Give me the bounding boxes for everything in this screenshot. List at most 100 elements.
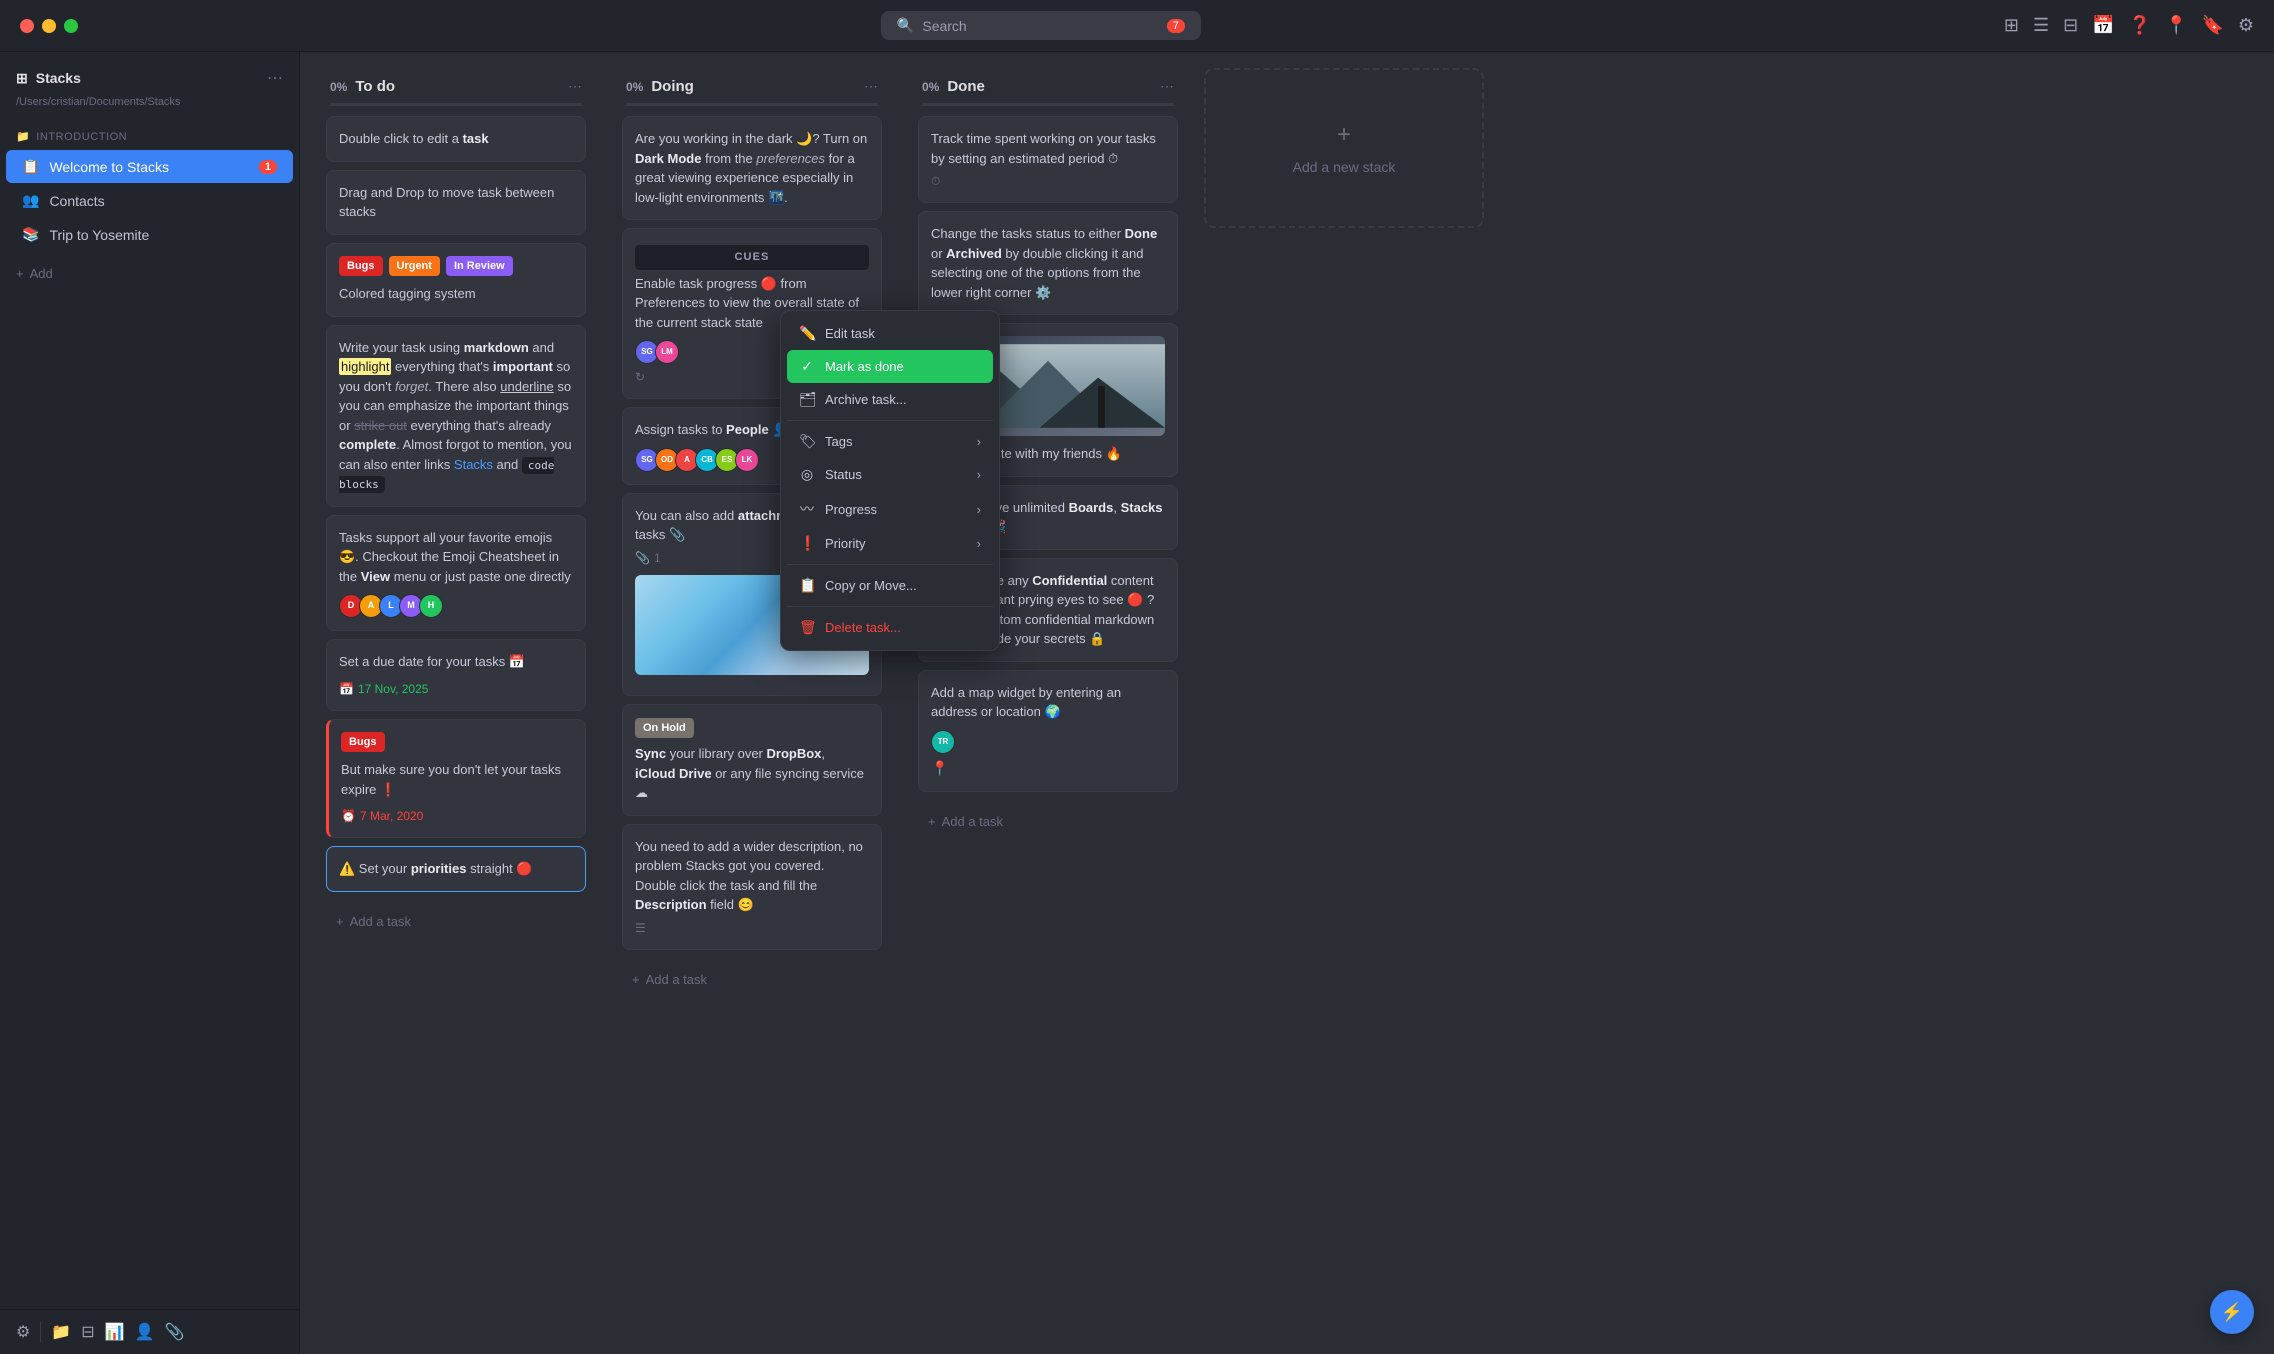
card-emojis[interactable]: Tasks support all your favorite emojis 😎… [326, 515, 586, 632]
on-hold-badge: On Hold [635, 718, 694, 739]
search-placeholder: Search [922, 18, 966, 34]
plus-icon: + [632, 972, 640, 987]
plus-icon: + [928, 814, 936, 829]
card-track-time[interactable]: Track time spent working on your tasks b… [918, 116, 1178, 203]
app-icon: ⊞ [16, 70, 28, 87]
stack-todo-title: To do [355, 78, 560, 95]
stack-done-menu[interactable]: ⋯ [1160, 78, 1174, 95]
location-icon[interactable]: 📍 [2165, 15, 2187, 36]
stack-doing-progress: 0% [626, 80, 643, 94]
sliders-icon[interactable]: ⚙ [2238, 15, 2254, 36]
cm-tags[interactable]: 🏷 Tags › [787, 425, 993, 458]
table-icon[interactable]: ⊟ [81, 1322, 94, 1342]
search-bar[interactable]: 🔍 Search 7 [881, 11, 1201, 40]
stack-doing-header: 0% Doing ⋯ [612, 68, 892, 103]
cm-status[interactable]: ◎ Status › [787, 458, 993, 491]
card-markdown[interactable]: Write your task using markdown and highl… [326, 325, 586, 507]
paperclip-icon[interactable]: 📎 [165, 1322, 185, 1342]
avatar-lk: LM [655, 340, 679, 364]
card-change-status[interactable]: Change the tasks status to either Done o… [918, 211, 1178, 315]
card-map-avatars: TR [931, 730, 1165, 754]
chart-icon[interactable]: 📊 [105, 1322, 125, 1342]
stack-todo-cards: Double click to edit a task Drag and Dro… [316, 116, 596, 900]
avatar-h: H [419, 594, 443, 618]
cm-delete-task[interactable]: 🗑 Delete task... [787, 611, 993, 644]
new-stack-column[interactable]: + Add a new stack [1204, 68, 1484, 228]
card-double-click[interactable]: Double click to edit a task [326, 116, 586, 162]
doing-add-task-button[interactable]: + Add a task [618, 962, 886, 997]
status-icon: ◎ [799, 466, 815, 483]
cm-divider-2 [787, 564, 993, 565]
progress-icon: 〰 [799, 499, 815, 519]
stack-done-progress-bar [922, 103, 1174, 106]
trash-icon: 🗑 [799, 619, 815, 636]
calendar-view-icon[interactable]: 📅 [2092, 15, 2114, 36]
archive-icon: 🗂 [799, 391, 815, 408]
folder-icon: 📁 [16, 130, 30, 143]
tag-urgent: Urgent [389, 256, 440, 277]
context-menu[interactable]: ✏️ Edit task ✓ Mark as done 🗂 Archive ta… [780, 310, 1000, 651]
chevron-right-icon: › [977, 467, 981, 482]
maximize-button[interactable] [64, 19, 78, 33]
folder-icon[interactable]: 📁 [51, 1322, 71, 1342]
card-description[interactable]: You need to add a wider description, no … [622, 824, 882, 950]
card-map-widget[interactable]: Add a map widget by entering an address … [918, 670, 1178, 792]
sidebar-item-welcome[interactable]: 📋 Welcome to Stacks 1 [6, 150, 293, 183]
cm-copy-move[interactable]: 📋 Copy or Move... [787, 569, 993, 602]
filter-button[interactable]: ⚡ [2210, 1290, 2254, 1334]
highlight-text: highlight [339, 358, 391, 375]
card-priority[interactable]: ⚠️ Set your priorities straight 🔴 [326, 846, 586, 892]
checkmark-icon: ✓ [799, 358, 815, 375]
sidebar-item-contacts[interactable]: 👥 Contacts [6, 184, 293, 217]
description-icon: ☰ [635, 919, 869, 937]
settings-icon[interactable]: ⚙ [16, 1322, 30, 1342]
help-icon[interactable]: ❓ [2129, 15, 2151, 36]
chevron-right-icon: › [977, 434, 981, 449]
cm-progress[interactable]: 〰 Progress › [787, 491, 993, 527]
sidebar-item-trip[interactable]: 📚 Trip to Yosemite [6, 218, 293, 251]
card-drag-drop[interactable]: Drag and Drop to move task between stack… [326, 170, 586, 235]
card-expired[interactable]: Bugs But make sure you don't let your ta… [326, 719, 586, 839]
stacks-link[interactable]: Stacks [454, 457, 493, 472]
done-add-task-button[interactable]: + Add a task [914, 804, 1182, 839]
sidebar-menu-icon[interactable]: ⋯ [267, 68, 283, 88]
sidebar-badge: 1 [259, 160, 277, 174]
list-view-icon[interactable]: ☰ [2033, 15, 2049, 36]
cm-divider-3 [787, 606, 993, 607]
search-icon: 🔍 [897, 17, 914, 34]
cm-mark-done[interactable]: ✓ Mark as done [787, 350, 993, 383]
minimize-button[interactable] [42, 19, 56, 33]
tag-icon: 🏷 [799, 433, 815, 450]
stack-done-title: Done [947, 78, 1152, 95]
card-dark-mode[interactable]: Are you working in the dark 🌙? Turn on D… [622, 116, 882, 220]
grid-view-icon[interactable]: ⊞ [2004, 15, 2019, 36]
avatar-lk2: LK [735, 448, 759, 472]
app-name: ⊞ Stacks [16, 70, 81, 87]
card-sync[interactable]: On Hold Sync your library over DropBox, … [622, 704, 882, 816]
clock-icon: ⏰ [341, 807, 356, 825]
board-area: 0% To do ⋯ Double click to edit a task D… [300, 52, 2274, 1354]
card-due-date[interactable]: Set a due date for your tasks 📅 📅 17 Nov… [326, 639, 586, 711]
table-view-icon[interactable]: ⊟ [2063, 15, 2078, 36]
stack-todo-progress: 0% [330, 80, 347, 94]
stack-todo-progress-bar [330, 103, 582, 106]
cm-archive-task[interactable]: 🗂 Archive task... [787, 383, 993, 416]
card-date-ok: 📅 17 Nov, 2025 [339, 680, 573, 698]
card-tags[interactable]: Bugs Urgent In Review Colored tagging sy… [326, 243, 586, 317]
tag-bugs-2: Bugs [341, 732, 385, 753]
cm-edit-task[interactable]: ✏️ Edit task [787, 317, 993, 350]
cm-priority[interactable]: ❗ Priority › [787, 527, 993, 560]
sidebar-item-icon: 📚 [22, 226, 39, 243]
stack-doing-menu[interactable]: ⋯ [864, 78, 878, 95]
people-icon[interactable]: 👤 [135, 1322, 155, 1342]
plus-icon: + [336, 914, 344, 929]
code-block: code blocks [339, 457, 554, 494]
stack-todo-menu[interactable]: ⋯ [568, 78, 582, 95]
close-button[interactable] [20, 19, 34, 33]
stack-todo-header: 0% To do ⋯ [316, 68, 596, 103]
sidebar-add-button[interactable]: + Add [0, 256, 299, 291]
bookmark-icon[interactable]: 🔖 [2201, 15, 2223, 36]
todo-add-task-button[interactable]: + Add a task [322, 904, 590, 939]
stack-done-progress: 0% [922, 80, 939, 94]
copy-icon: 📋 [799, 577, 815, 594]
